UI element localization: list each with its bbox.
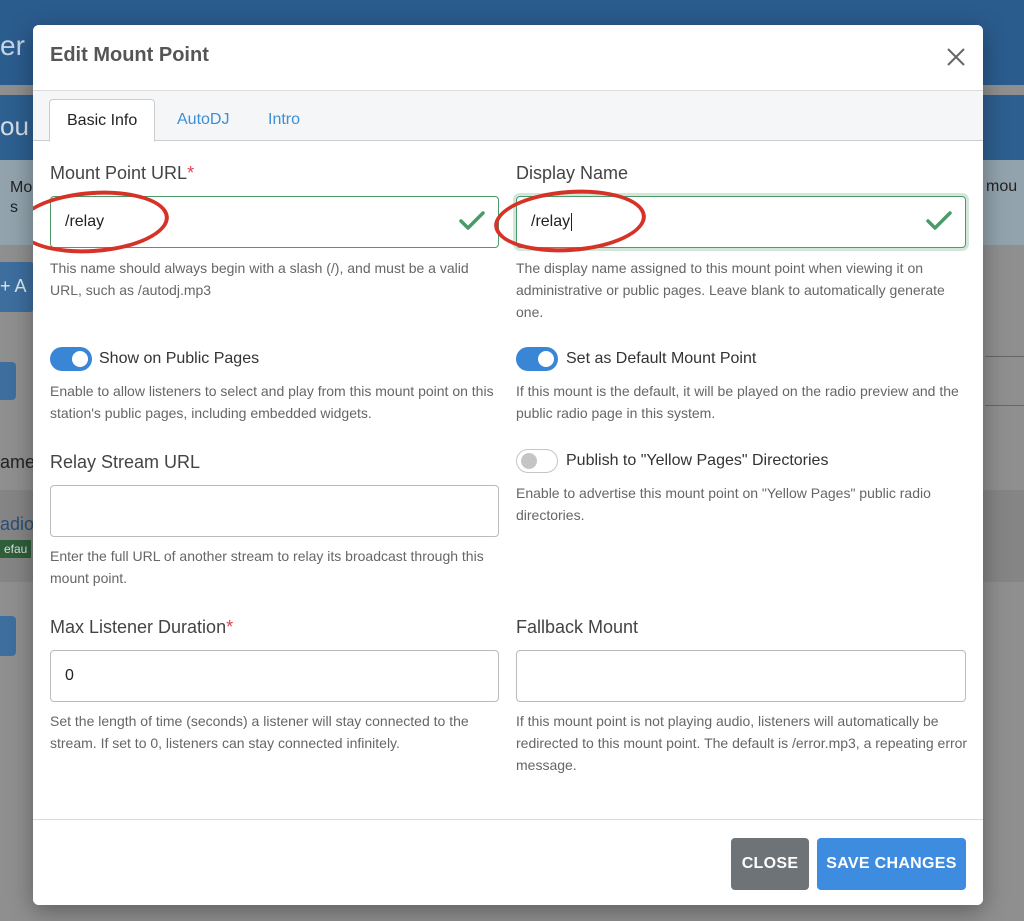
show-public-toggle[interactable] xyxy=(50,347,92,371)
modal-header: Edit Mount Point xyxy=(33,25,983,91)
max-duration-help: Set the length of time (seconds) a liste… xyxy=(50,713,469,751)
mount-url-value: /relay xyxy=(65,213,105,230)
max-duration-label: Max Listener Duration* xyxy=(50,617,233,638)
display-name-label: Display Name xyxy=(516,163,629,183)
bg-button xyxy=(0,362,16,400)
bg-divider xyxy=(985,405,1024,406)
modal-footer: CLOSE SAVE CHANGES xyxy=(33,819,983,905)
close-icon[interactable] xyxy=(945,46,967,68)
display-name-input[interactable]: /relay xyxy=(516,196,966,248)
bg-info-text: Mo s xyxy=(10,178,32,218)
relay-url-label: Relay Stream URL xyxy=(50,452,201,472)
fallback-mount-label: Fallback Mount xyxy=(516,617,639,637)
bg-info-line2: s xyxy=(10,199,18,216)
yellow-pages-label: Publish to "Yellow Pages" Directories xyxy=(566,452,829,469)
bg-row-badge: efau xyxy=(0,540,32,558)
toggle-knob xyxy=(538,351,554,367)
bg-add-label: + A xyxy=(0,276,27,296)
default-mount-label: Set as Default Mount Point xyxy=(566,350,757,367)
relay-url-help: Enter the full URL of another stream to … xyxy=(50,548,484,586)
max-duration-label-text: Max Listener Duration xyxy=(50,617,227,637)
tab-intro[interactable]: Intro xyxy=(251,99,317,142)
tab-bar: Basic Info AutoDJ Intro xyxy=(33,91,983,142)
show-public-help: Enable to allow listeners to select and … xyxy=(50,383,494,421)
yellow-pages-help: Enable to advertise this mount point on … xyxy=(516,485,931,523)
default-mount-toggle[interactable] xyxy=(516,347,558,371)
mount-url-input[interactable]: /relay xyxy=(50,196,499,248)
tab-autodj[interactable]: AutoDJ xyxy=(160,99,246,142)
mount-url-help: This name should always begin with a sla… xyxy=(50,260,469,298)
check-icon xyxy=(926,211,952,230)
bg-info-right: mou xyxy=(986,178,1018,195)
edit-mount-modal: Edit Mount Point Basic Info AutoDJ Intro… xyxy=(33,25,983,905)
text-cursor xyxy=(571,212,573,231)
modal-title: Edit Mount Point xyxy=(50,44,209,66)
bg-row-link: adio xyxy=(0,514,35,534)
max-duration-value: 0 xyxy=(65,667,74,684)
bg-add-button: + A xyxy=(0,262,34,312)
close-button[interactable]: CLOSE xyxy=(731,838,809,890)
bg-info-line1: Mo xyxy=(10,179,33,196)
bg-button xyxy=(0,616,16,656)
relay-url-input[interactable] xyxy=(50,485,499,537)
toggle-knob xyxy=(72,351,88,367)
mount-url-label: Mount Point URL* xyxy=(50,163,194,184)
required-mark: * xyxy=(187,163,195,183)
display-name-value: /relay xyxy=(531,213,571,230)
show-public-label: Show on Public Pages xyxy=(99,350,260,367)
bg-header-text: ou xyxy=(0,111,29,141)
bg-divider xyxy=(985,356,1024,357)
required-mark: * xyxy=(226,617,234,637)
display-name-help: The display name assigned to this mount … xyxy=(516,260,945,320)
mount-url-label-text: Mount Point URL xyxy=(50,163,188,183)
bg-column-header: ame xyxy=(0,452,36,472)
tab-basic-info[interactable]: Basic Info xyxy=(49,99,156,142)
bg-topbar-text: er xyxy=(0,30,25,61)
fallback-mount-help: If this mount point is not playing audio… xyxy=(516,713,968,773)
max-duration-input[interactable]: 0 xyxy=(50,650,499,702)
fallback-mount-input[interactable] xyxy=(516,650,966,702)
save-changes-button[interactable]: SAVE CHANGES xyxy=(817,838,966,890)
default-mount-help: If this mount is the default, it will be… xyxy=(516,383,959,421)
toggle-knob xyxy=(521,453,537,469)
check-icon xyxy=(459,211,485,230)
yellow-pages-toggle[interactable] xyxy=(516,449,558,473)
